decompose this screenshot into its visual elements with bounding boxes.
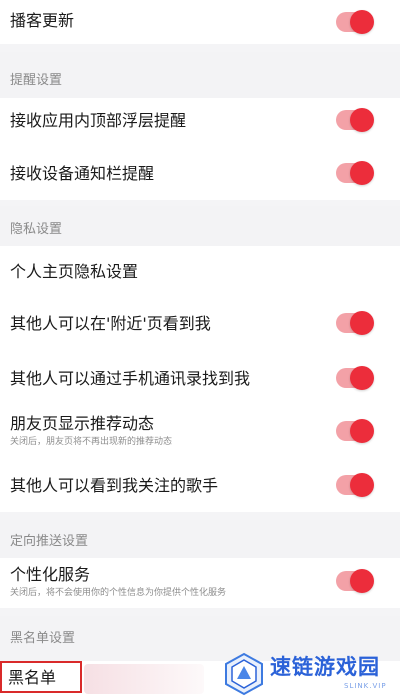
nearby-visible-row[interactable]: 其他人可以在'附近'页看到我 [0, 296, 400, 352]
followed-singers-label: 其他人可以看到我关注的歌手 [10, 476, 219, 495]
section-reminder-label: 提醒设置 [10, 73, 63, 88]
toggle-knob [350, 473, 374, 497]
toggle-knob [350, 569, 374, 593]
in-app-float-toggle[interactable] [336, 108, 374, 132]
personalized-toggle[interactable] [336, 569, 374, 593]
blacklist-label: 黑名单 [8, 668, 57, 687]
nearby-visible-label: 其他人可以在'附近'页看到我 [10, 314, 211, 333]
section-privacy-label: 隐私设置 [10, 222, 63, 237]
personalized-label: 个性化服务 [10, 565, 91, 584]
toggle-knob [350, 10, 374, 34]
notification-bar-label: 接收设备通知栏提醒 [10, 164, 155, 183]
friends-recommend-label: 朋友页显示推荐动态 [10, 414, 155, 433]
blacklist-highlight[interactable]: 黑名单 [0, 661, 82, 693]
podcast-update-label: 播客更新 [10, 11, 75, 30]
podcast-update-toggle[interactable] [336, 10, 374, 34]
watermark-text: 速链游戏园 [270, 655, 380, 679]
section-reminder: 提醒设置 [0, 52, 400, 98]
watermark-subtext: SLINK.VIP [344, 682, 387, 690]
section-targeted-push-label: 定向推送设置 [10, 534, 89, 549]
section-privacy: 隐私设置 [0, 206, 400, 246]
profile-privacy-label: 个人主页隐私设置 [10, 262, 139, 281]
personalized-row[interactable]: 个性化服务 关闭后，将不会使用你的个性信息为你提供个性化服务 [0, 558, 400, 608]
settings-page: 播客更新 提醒设置 接收应用内顶部浮层提醒 接收设备通知栏提醒 隐私设置 个人主… [0, 0, 400, 699]
notification-bar-toggle[interactable] [336, 161, 374, 185]
section-blacklist-label: 黑名单设置 [10, 631, 76, 646]
profile-privacy-row[interactable]: 个人主页隐私设置 [0, 246, 400, 296]
section-targeted-push: 定向推送设置 [0, 520, 400, 558]
nearby-visible-toggle[interactable] [336, 311, 374, 335]
watermark: 速链游戏园 SLINK.VIP [222, 650, 400, 699]
contacts-find-toggle[interactable] [336, 366, 374, 390]
personalized-subtext: 关闭后，将不会使用你的个性信息为你提供个性化服务 [10, 588, 227, 598]
followed-singers-row[interactable]: 其他人可以看到我关注的歌手 [0, 458, 400, 512]
toggle-knob [350, 108, 374, 132]
toggle-knob [350, 161, 374, 185]
contacts-find-label: 其他人可以通过手机通讯录找到我 [10, 369, 251, 388]
watermark-logo-icon [225, 652, 263, 696]
friends-recommend-toggle[interactable] [336, 419, 374, 443]
friends-recommend-row[interactable]: 朋友页显示推荐动态 关闭后，朋友页将不再出现新的推荐动态 [0, 406, 400, 458]
followed-singers-toggle[interactable] [336, 473, 374, 497]
blur-overlay [84, 664, 204, 694]
toggle-knob [350, 366, 374, 390]
notification-bar-row[interactable]: 接收设备通知栏提醒 [0, 144, 400, 200]
in-app-float-label: 接收应用内顶部浮层提醒 [10, 111, 187, 130]
contacts-find-row[interactable]: 其他人可以通过手机通讯录找到我 [0, 352, 400, 406]
friends-recommend-subtext: 关闭后，朋友页将不再出现新的推荐动态 [10, 437, 173, 447]
podcast-update-row[interactable]: 播客更新 [0, 0, 400, 44]
toggle-knob [350, 311, 374, 335]
in-app-float-row[interactable]: 接收应用内顶部浮层提醒 [0, 98, 400, 144]
toggle-knob [350, 419, 374, 443]
